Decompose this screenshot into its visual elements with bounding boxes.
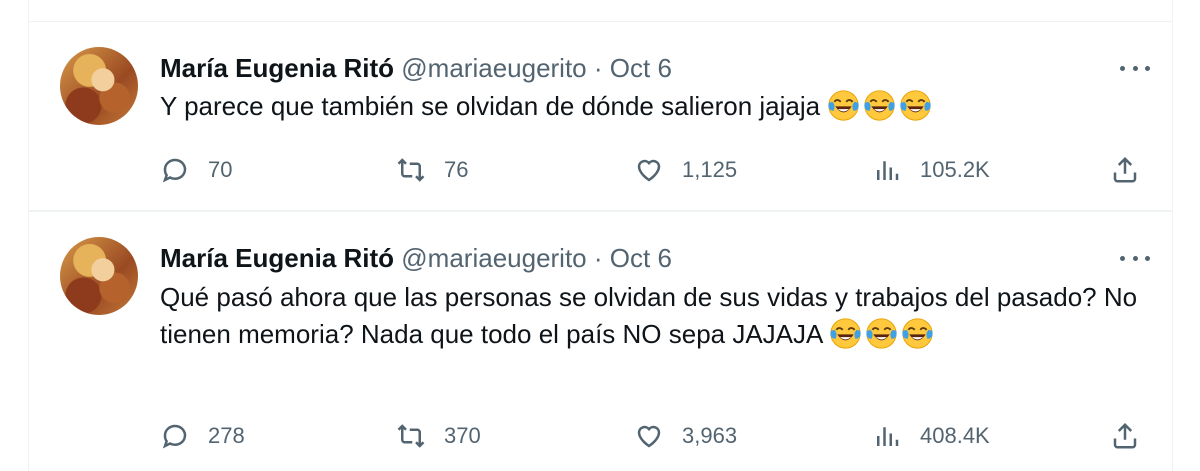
tweet-date[interactable]: Oct 6 [610, 243, 672, 273]
tweet-text-content: Y parece que también se olvidan de dónde… [160, 91, 821, 121]
face-with-tears-of-joy-icon [863, 89, 896, 122]
retweet-count: 76 [444, 157, 469, 182]
avatar[interactable] [60, 47, 138, 125]
share-button[interactable] [1110, 418, 1140, 454]
tweet-actions: 278 370 3,963 408.4K [160, 418, 1172, 454]
face-with-tears-of-joy-icon [827, 89, 860, 122]
reply-count: 278 [208, 423, 245, 448]
heart-icon [637, 159, 661, 182]
reply-button[interactable]: 70 [160, 152, 232, 188]
more-icon[interactable] [1120, 58, 1150, 78]
reply-icon [162, 158, 187, 183]
heart-icon [637, 425, 661, 448]
like-button[interactable]: 1,125 [634, 152, 737, 188]
more-icon[interactable] [1120, 248, 1150, 268]
share-button[interactable] [1110, 152, 1140, 188]
face-with-tears-of-joy-icon [829, 317, 862, 350]
author-handle[interactable]: @mariaeugerito [401, 53, 586, 83]
views-button[interactable]: 105.2K [872, 152, 990, 188]
share-icon [1113, 156, 1137, 183]
tweet-text: Qué pasó ahora que las personas se olvid… [160, 279, 1150, 353]
tweet[interactable]: María Eugenia Ritó @mariaeugerito · Oct … [29, 212, 1172, 471]
like-button[interactable]: 3,963 [634, 418, 737, 454]
tweet-header: María Eugenia Ritó @mariaeugerito · Oct … [160, 53, 672, 83]
share-icon [1113, 422, 1137, 449]
retweet-button[interactable]: 370 [396, 418, 481, 454]
tweet[interactable]: María Eugenia Ritó @mariaeugerito · Oct … [29, 22, 1172, 210]
face-with-tears-of-joy-icon [901, 317, 934, 350]
avatar[interactable] [60, 237, 138, 315]
reply-icon [162, 424, 187, 449]
author-name[interactable]: María Eugenia Ritó [160, 243, 394, 273]
reply-count: 70 [208, 157, 233, 182]
like-count: 1,125 [682, 157, 738, 182]
view-count: 408.4K [920, 423, 990, 448]
retweet-count: 370 [444, 423, 481, 448]
timeline: María Eugenia Ritó @mariaeugerito · Oct … [28, 0, 1173, 471]
tweet-date[interactable]: Oct 6 [610, 53, 672, 83]
face-with-tears-of-joy-icon [899, 89, 932, 122]
views-button[interactable]: 408.4K [872, 418, 990, 454]
tweet-header: María Eugenia Ritó @mariaeugerito · Oct … [160, 243, 672, 273]
retweet-icon [397, 158, 425, 182]
retweet-button[interactable]: 76 [396, 152, 468, 188]
view-count: 105.2K [920, 157, 990, 182]
reply-button[interactable]: 278 [160, 418, 245, 454]
retweet-icon [397, 424, 425, 448]
tweet-text: Y parece que también se olvidan de dónde… [160, 88, 1150, 125]
author-name[interactable]: María Eugenia Ritó [160, 53, 394, 83]
separator-dot: · [593, 53, 603, 83]
views-icon [877, 427, 899, 446]
face-with-tears-of-joy-icon [865, 317, 898, 350]
tweet-text-content: Qué pasó ahora que las personas se olvid… [160, 282, 1138, 349]
tweet-actions: 70 76 1,125 105.2K [160, 152, 1172, 188]
like-count: 3,963 [682, 423, 738, 448]
author-handle[interactable]: @mariaeugerito [401, 243, 586, 273]
views-icon [877, 161, 899, 180]
separator-dot: · [593, 243, 603, 273]
